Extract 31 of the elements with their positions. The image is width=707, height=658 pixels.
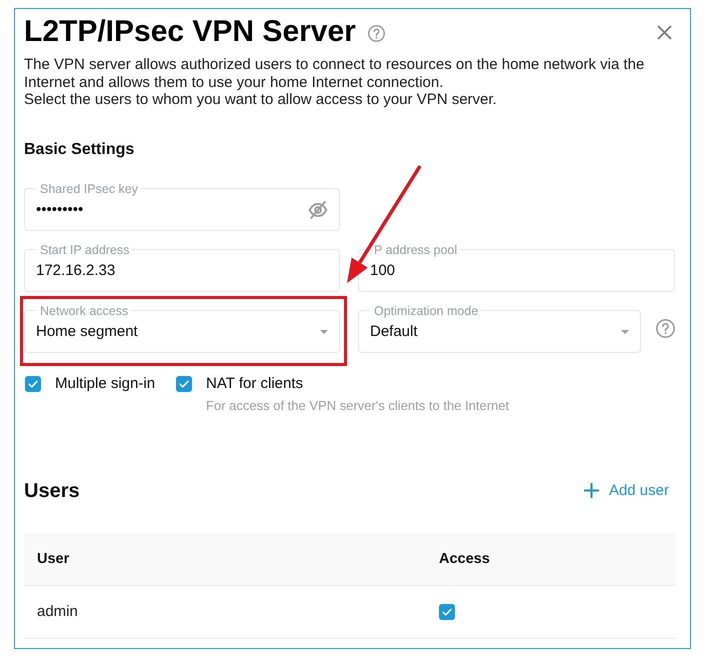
caret-icon [320,330,328,334]
description-text: The VPN server allows authorized users to connect to resources on the home network via the Internet and allows them to use your home Internet connection. [24,56,646,91]
hint-text: For access of the VPN server's clients to the Internet [206,398,510,412]
field-label: Shared IPsec key [39,182,139,196]
checkbox-label[interactable]: Multiple sign-in [55,374,156,392]
table-cell: admin [37,603,78,620]
eye-slash-icon[interactable] [308,200,328,218]
password-field[interactable]: Shared IPsec key ••••••••• [24,182,340,230]
help-icon[interactable] [368,24,385,42]
section-heading: Users [24,478,80,502]
description-text: Select the users to whom you want to allow access to your VPN server. [24,91,498,108]
checkbox-label[interactable]: NAT for clients [206,374,510,392]
field-label: P address pool [373,242,458,256]
text-field[interactable]: Start IP address 172.16.2.33 [24,242,340,292]
close-button[interactable] [657,24,672,40]
access-checkbox[interactable] [439,604,455,620]
field-label: Start IP address [39,242,130,256]
checkbox[interactable] [176,376,192,392]
field-label: Network access [39,304,130,318]
checkbox[interactable] [25,376,41,392]
field-label: Optimization mode [373,304,480,318]
help-icon[interactable] [656,318,675,338]
column-header: Access [439,550,490,566]
section-heading: Basic Settings [24,140,136,160]
plus-icon[interactable] [584,483,599,498]
caret-icon [621,330,629,334]
text-field[interactable]: P address pool 100 [358,242,675,292]
dialog-title: L2TP/IPsec VPN Server [24,14,356,50]
dropdown-field[interactable]: Network access Home segment [24,304,340,352]
column-header: User [37,550,70,566]
dropdown-field[interactable]: Optimization mode Default [358,304,641,352]
